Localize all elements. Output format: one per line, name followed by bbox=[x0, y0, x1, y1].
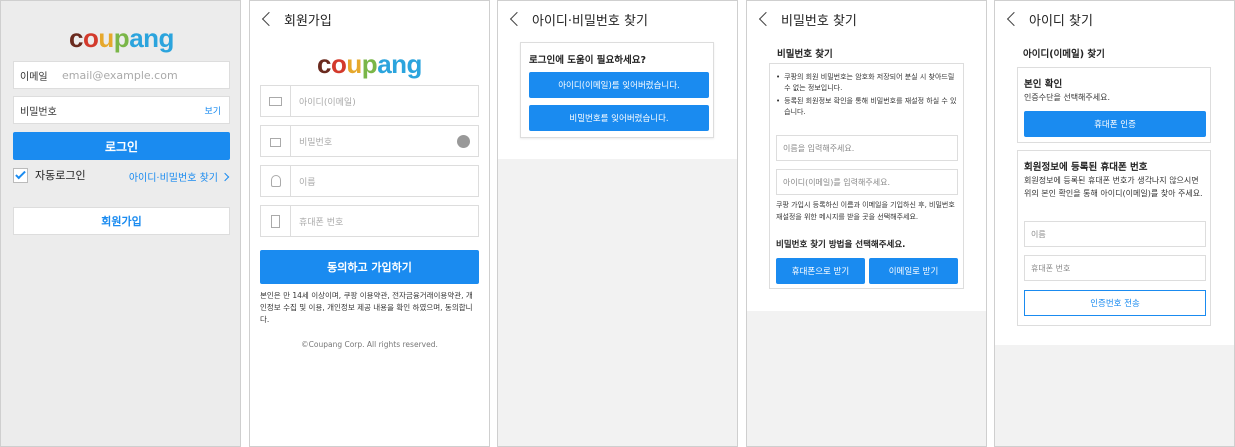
auto-login-label: 자동로그인 bbox=[35, 169, 86, 182]
page-title: 비밀번호 찾기 bbox=[781, 13, 857, 29]
phone-icon bbox=[261, 206, 291, 236]
help-card: 로그인에 도움이 필요하세요? 아이디(이메일)를 잊어버렸습니다. 비밀번호를… bbox=[520, 42, 714, 138]
section-title: 아이디(이메일) 찾기 bbox=[1023, 49, 1105, 60]
login-button[interactable]: 로그인 bbox=[13, 132, 230, 160]
phone-input[interactable]: 휴대폰 번호 bbox=[260, 205, 479, 237]
email-field[interactable]: 이메일 email@example.com bbox=[13, 61, 230, 89]
info-bullet: • 등록된 회원정보 확인을 통해 비밀번호를 재설정 하실 수 있습니다. bbox=[776, 97, 957, 116]
name-input[interactable]: 이름 bbox=[260, 165, 479, 197]
find-id-password-link[interactable]: 아이디·비밀번호 찾기 bbox=[129, 169, 230, 184]
help-question: 로그인에 도움이 필요하세요? bbox=[529, 55, 647, 66]
coupang-logo: coupang bbox=[317, 49, 422, 79]
send-code-button[interactable]: 인증번호 전송 bbox=[1024, 290, 1206, 316]
find-header: 아이디·비밀번호 찾기 bbox=[498, 1, 737, 37]
mail-icon bbox=[261, 86, 291, 116]
back-icon[interactable] bbox=[261, 11, 277, 27]
id-input[interactable]: 아이디(이메일) bbox=[260, 85, 479, 117]
back-icon[interactable] bbox=[1006, 11, 1022, 27]
verify-desc: 인증수단을 선택해주세요. bbox=[1024, 93, 1111, 102]
find-password-screen: 비밀번호 찾기 비밀번호 찾기 • 쿠팡의 회원 비밀번호는 암호화 저장되어 분… bbox=[746, 0, 987, 447]
signup-header: 회원가입 bbox=[250, 1, 489, 37]
email-placeholder: email@example.com bbox=[62, 68, 178, 82]
show-password-button[interactable]: 보기 bbox=[204, 104, 229, 117]
info-bullet: • 쿠팡의 회원 비밀번호는 암호화 저장되어 분실 시 찾아드릴 수 없는 정보… bbox=[776, 73, 955, 92]
background-fill bbox=[747, 311, 986, 446]
find-pw-card: • 쿠팡의 회원 비밀번호는 암호화 저장되어 분실 시 찾아드릴 수 없는 정보… bbox=[769, 63, 964, 289]
copyright: ©Coupang Corp. All rights reserved. bbox=[301, 340, 438, 349]
method-title: 비밀번호 찾기 방법을 선택해주세요. bbox=[776, 240, 906, 250]
password-label: 비밀번호 bbox=[20, 106, 57, 118]
back-icon[interactable] bbox=[509, 11, 525, 27]
toggle-visibility-icon[interactable] bbox=[457, 134, 470, 148]
phone-receive-button[interactable]: 휴대폰으로 받기 bbox=[776, 258, 865, 284]
back-icon[interactable] bbox=[758, 11, 774, 27]
background-fill bbox=[995, 345, 1234, 446]
password-field[interactable]: 비밀번호 보기 bbox=[13, 96, 230, 124]
forgot-id-button[interactable]: 아이디(이메일)를 잊어버렸습니다. bbox=[529, 72, 709, 98]
email-receive-button[interactable]: 이메일로 받기 bbox=[869, 258, 958, 284]
find-pw-header: 비밀번호 찾기 bbox=[747, 1, 986, 37]
name-input[interactable]: 이름 bbox=[1024, 221, 1206, 247]
verify-title: 본인 확인 bbox=[1024, 79, 1063, 90]
email-label: 이메일 bbox=[20, 71, 48, 83]
lock-icon bbox=[261, 126, 291, 156]
person-icon bbox=[261, 166, 291, 196]
login-screen: coupang 이메일 email@example.com 비밀번호 보기 로그… bbox=[0, 0, 241, 447]
phone-verify-button[interactable]: 휴대폰 인증 bbox=[1024, 111, 1206, 137]
find-account-screen: 아이디·비밀번호 찾기 로그인에 도움이 필요하세요? 아이디(이메일)를 잊어… bbox=[497, 0, 738, 447]
signup-screen: 회원가입 coupang 아이디(이메일) 비밀번호 이름 휴대폰 번호 동의하… bbox=[249, 0, 490, 447]
forgot-password-button[interactable]: 비밀번호를 잊어버렸습니다. bbox=[529, 105, 709, 131]
page-title: 회원가입 bbox=[284, 13, 332, 29]
note-text: 쿠팡 가입시 등록하신 이름과 이메일을 기입하신 후, 비밀번호 재설정을 위… bbox=[776, 201, 955, 221]
check-icon bbox=[13, 167, 28, 183]
page-title: 아이디·비밀번호 찾기 bbox=[532, 13, 648, 29]
id-input[interactable]: 아이디(이메일)를 입력해주세요. bbox=[776, 169, 958, 195]
page-title: 아이디 찾기 bbox=[1029, 13, 1093, 29]
find-id-screen: 아이디 찾기 아이디(이메일) 찾기 본인 확인 인증수단을 선택해주세요. 휴… bbox=[994, 0, 1235, 447]
registered-title: 회원정보에 등록된 휴대폰 번호 bbox=[1024, 162, 1148, 173]
coupang-logo: coupang bbox=[69, 23, 174, 53]
section-title: 비밀번호 찾기 bbox=[777, 49, 833, 60]
signup-button[interactable]: 회원가입 bbox=[13, 207, 230, 235]
terms-text: 본인은 만 14세 이상이며, 쿠팡 이용약관, 전자금융거래이용약관, 개인정… bbox=[260, 291, 473, 324]
find-id-header: 아이디 찾기 bbox=[995, 1, 1234, 37]
background-fill bbox=[498, 159, 737, 446]
phone-input[interactable]: 휴대폰 번호 bbox=[1024, 255, 1206, 281]
password-input[interactable]: 비밀번호 bbox=[260, 125, 479, 157]
chevron-right-icon bbox=[220, 172, 230, 181]
verify-card: 본인 확인 인증수단을 선택해주세요. 휴대폰 인증 bbox=[1017, 67, 1211, 143]
registered-phone-card: 회원정보에 등록된 휴대폰 번호 회원정보에 등록된 휴대폰 번호가 생각나지 … bbox=[1017, 150, 1211, 326]
agree-signup-button[interactable]: 동의하고 가입하기 bbox=[260, 250, 479, 284]
auto-login-checkbox[interactable]: 자동로그인 bbox=[13, 167, 86, 183]
registered-desc: 회원정보에 등록된 휴대폰 번호가 생각나지 않으시면 위의 본인 확인을 통해… bbox=[1024, 176, 1203, 198]
name-input[interactable]: 이름을 입력해주세요. bbox=[776, 135, 958, 161]
